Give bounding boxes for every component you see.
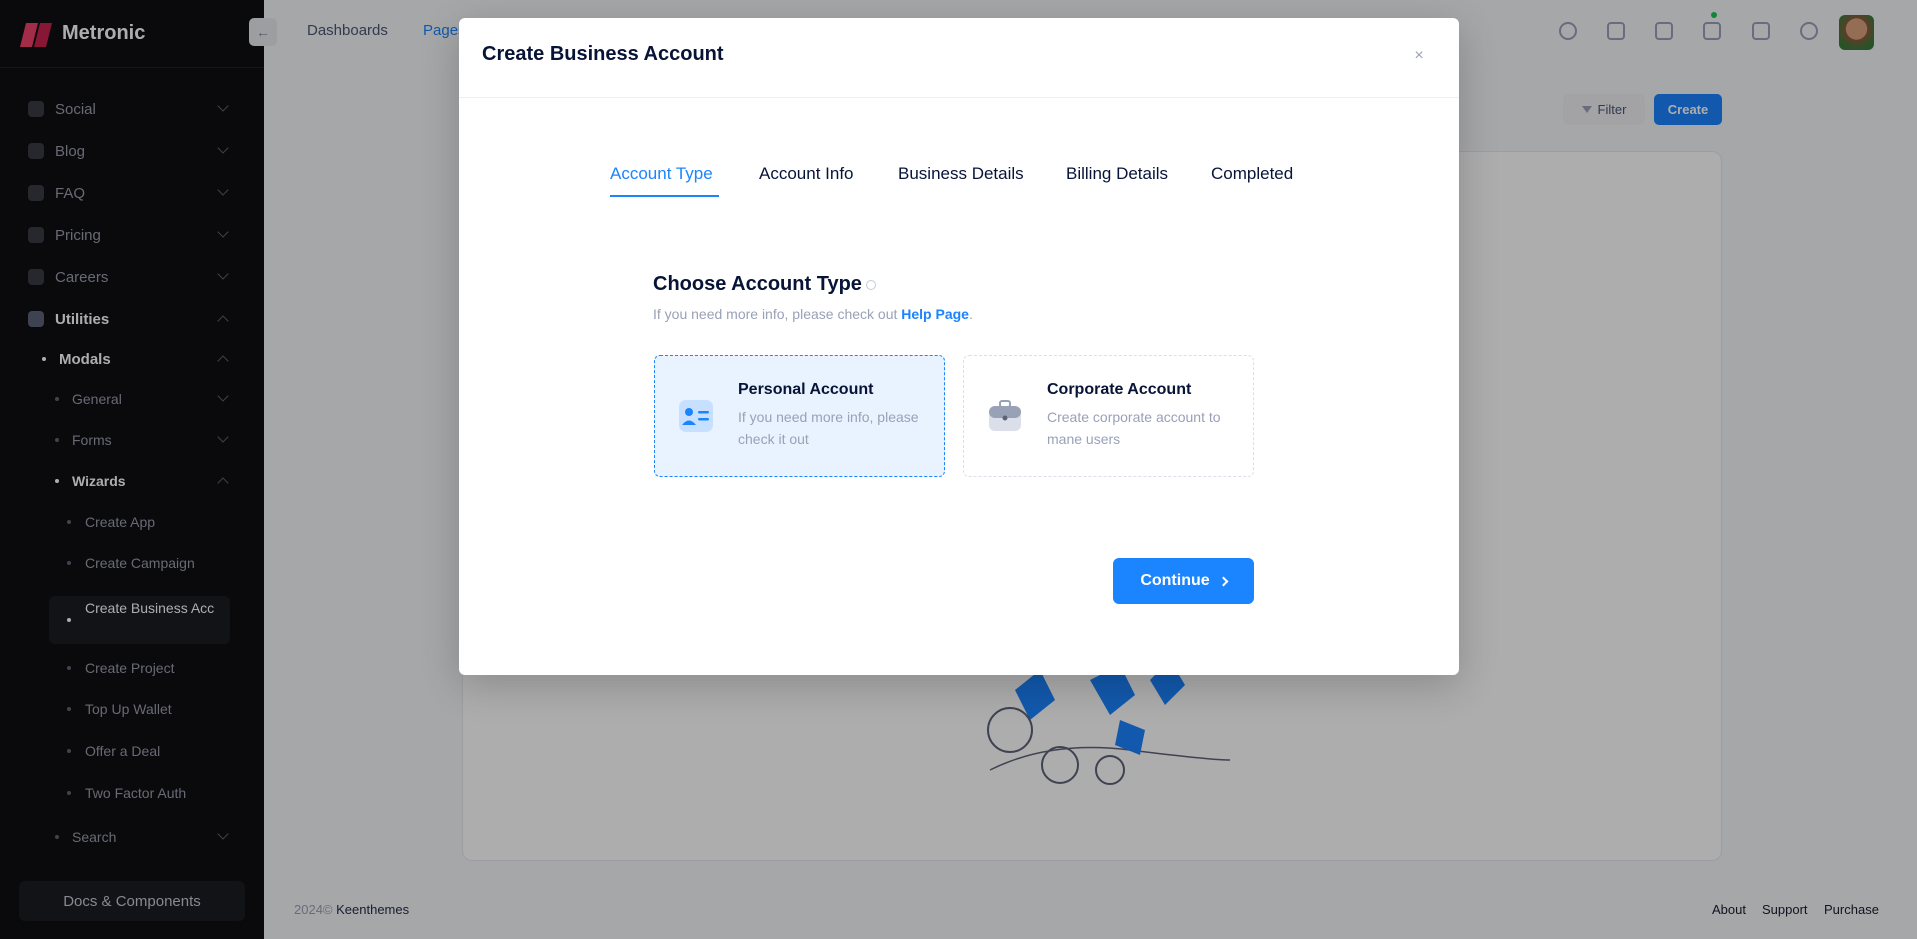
section-title: Choose Account Type [653, 273, 876, 296]
help-page-link[interactable]: Help Page [901, 306, 969, 322]
chevron-right-icon [1218, 576, 1229, 586]
modal-title: Create Business Account [482, 43, 724, 65]
continue-button[interactable]: Continue [1113, 558, 1254, 604]
corporate-account-option[interactable]: Corporate Account Create corporate accou… [963, 355, 1254, 477]
personal-account-icon [679, 400, 713, 432]
section-subtitle-text: If you need more info, please check out [653, 306, 902, 322]
section-title-text: Choose Account Type [653, 273, 862, 295]
active-step-indicator [610, 195, 719, 197]
personal-account-title: Personal Account [738, 381, 874, 398]
section-subtitle-suffix: . [968, 306, 973, 322]
step-completed[interactable]: Completed [1211, 164, 1293, 184]
personal-account-desc: If you need more info, please check it o… [738, 409, 919, 447]
personal-account-option[interactable]: Personal Account If you need more info, … [654, 355, 945, 477]
step-account-info[interactable]: Account Info [759, 164, 854, 184]
step-account-type[interactable]: Account Type [610, 164, 713, 184]
corporate-account-desc: Create corporate account to mane users [1047, 409, 1221, 447]
continue-label: Continue [1140, 572, 1210, 589]
step-business-details[interactable]: Business Details [898, 164, 1024, 184]
close-icon[interactable]: × [1411, 48, 1427, 64]
step-billing-details[interactable]: Billing Details [1066, 164, 1168, 184]
briefcase-icon [989, 400, 1021, 431]
modal-header: Create Business Account × [459, 18, 1459, 98]
section-subtitle: If you need more info, please check out … [653, 306, 973, 322]
create-business-account-modal: Create Business Account × Account Type A… [459, 18, 1459, 675]
info-icon[interactable] [865, 279, 876, 290]
corporate-account-title: Corporate Account [1047, 381, 1192, 398]
